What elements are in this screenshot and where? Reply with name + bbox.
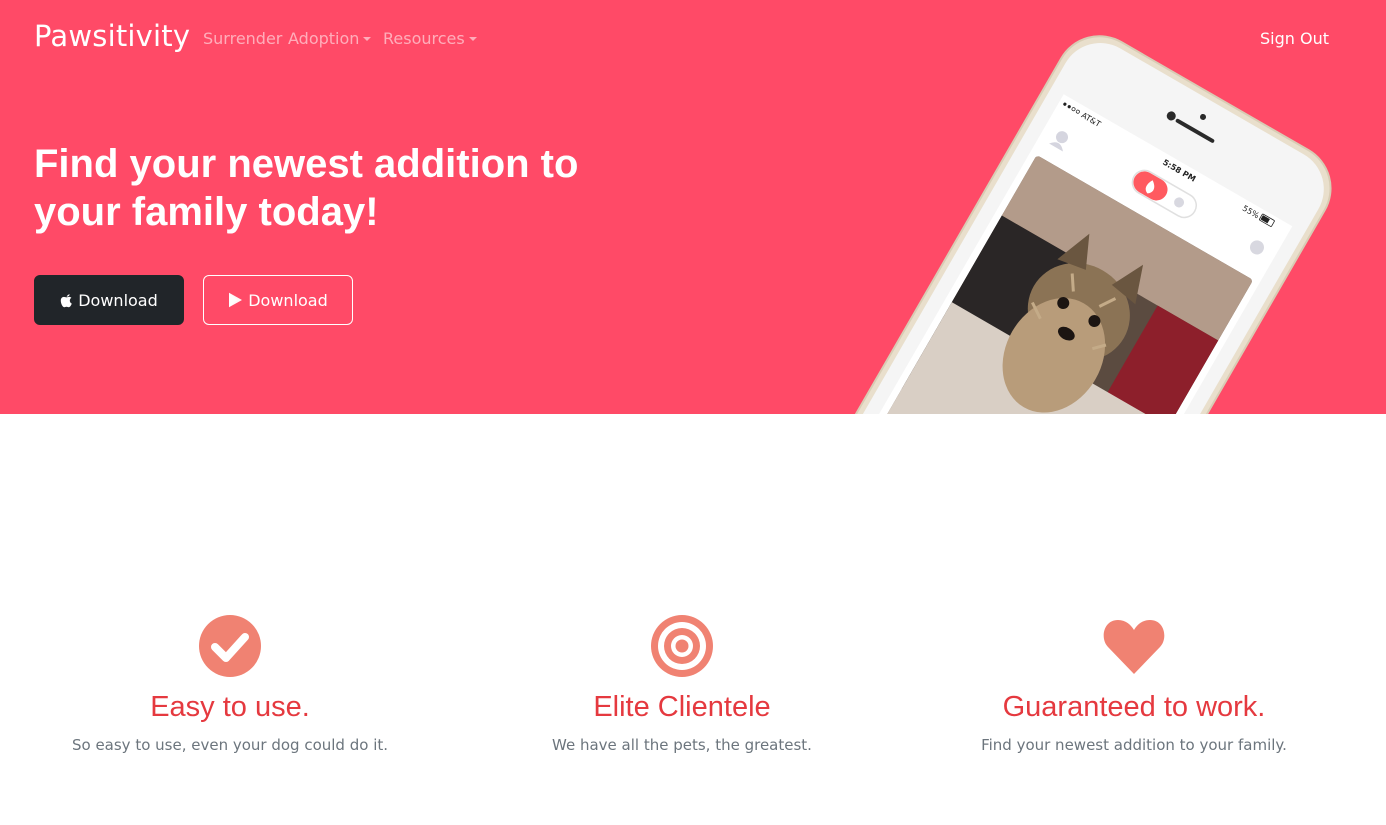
feature-elite-clientele: Elite Clientele We have all the pets, th… <box>452 614 912 754</box>
feature-title: Easy to use. <box>150 691 310 723</box>
hero-section: Pawsitivity Surrender Adoption Resources… <box>0 0 1386 414</box>
feature-title: Guaranteed to work. <box>1002 691 1266 723</box>
google-play-icon <box>229 292 243 308</box>
navbar: Pawsitivity Surrender Adoption Resources… <box>0 0 1386 76</box>
nav-link-adoption[interactable]: Adoption <box>288 29 372 48</box>
features-section: Easy to use. So easy to use, even your d… <box>0 414 1386 825</box>
download-button-label: Download <box>248 290 328 310</box>
heart-icon <box>1103 620 1165 674</box>
feature-guaranteed: Guaranteed to work. Find your newest add… <box>904 614 1364 754</box>
google-play-download-button[interactable]: Download <box>203 275 353 325</box>
feature-easy-to-use: Easy to use. So easy to use, even your d… <box>0 614 460 754</box>
nav-link-label: Surrender <box>203 29 283 48</box>
phone-carrier: AT&T <box>1080 111 1103 129</box>
apple-icon <box>61 293 73 307</box>
nav-link-surrender[interactable]: Surrender <box>203 29 282 48</box>
feature-title: Elite Clientele <box>593 691 771 723</box>
nav-link-label: Resources <box>383 29 465 48</box>
sign-out-link[interactable]: Sign Out <box>1260 29 1329 48</box>
app-store-download-button[interactable]: Download <box>34 275 184 325</box>
target-icon <box>651 615 713 677</box>
nav-link-label: Adoption <box>288 29 360 48</box>
download-button-label: Download <box>78 290 158 310</box>
nav-link-resources[interactable]: Resources <box>383 29 477 48</box>
feature-text: So easy to use, even your dog could do i… <box>71 736 389 754</box>
feature-text: Find your newest addition to your family… <box>981 736 1287 754</box>
phone-time: 5:58 PM <box>1161 158 1197 184</box>
hero-headline: Find your newest addition to your family… <box>34 142 579 234</box>
caret-down-icon <box>468 37 477 41</box>
brand-logo[interactable]: Pawsitivity <box>34 19 190 53</box>
caret-down-icon <box>363 37 372 41</box>
phone-battery: 55% <box>1241 204 1261 221</box>
feature-text: We have all the pets, the greatest. <box>552 736 812 754</box>
check-circle-icon <box>199 615 261 677</box>
